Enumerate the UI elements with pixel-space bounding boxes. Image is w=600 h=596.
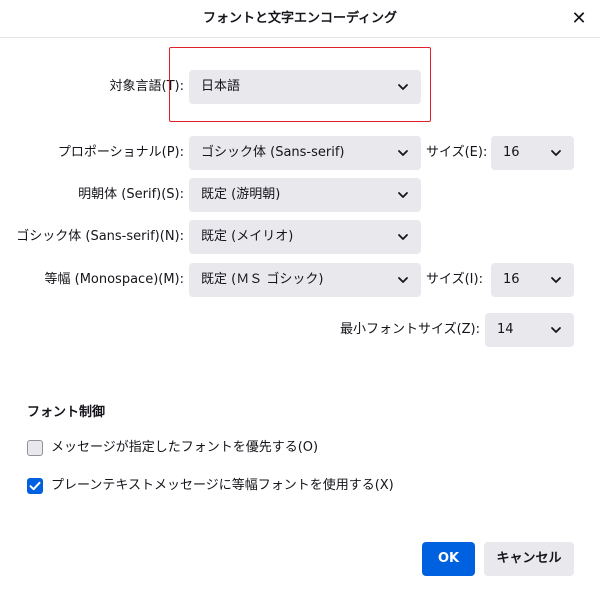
chevron-down-icon [398, 234, 408, 240]
monospace-size-label: サイズ(I): [426, 272, 483, 287]
monospace-size-value: 16 [503, 272, 520, 287]
allow-page-fonts-checkbox[interactable] [27, 440, 43, 456]
plain-text-monospace-label[interactable]: プレーンテキストメッセージに等幅フォントを使用する(X) [51, 476, 394, 496]
proportional-size-value: 16 [503, 145, 520, 160]
font-control-heading: フォント制御 [27, 405, 106, 420]
monospace-label: 等幅 (Monospace)(M): [44, 272, 184, 287]
serif-label: 明朝体 (Serif)(S): [78, 187, 184, 202]
chevron-down-icon [398, 192, 408, 198]
proportional-size-select[interactable]: 16 [491, 136, 574, 170]
ok-button[interactable]: OK [422, 542, 475, 576]
min-font-size-label: 最小フォントサイズ(Z): [339, 322, 480, 337]
proportional-label: プロポーショナル(P): [57, 145, 184, 160]
monospace-select[interactable]: 既定 (ＭＳ ゴシック) [189, 263, 421, 297]
sans-serif-label: ゴシック体 (Sans-serif)(N): [16, 229, 184, 244]
plain-text-monospace-checkbox[interactable] [27, 478, 43, 494]
highlight-box [169, 47, 431, 122]
chevron-down-icon [398, 277, 408, 283]
language-label: 対象言語(T): [109, 79, 184, 94]
serif-select[interactable]: 既定 (游明朝) [189, 178, 421, 212]
monospace-size-select[interactable]: 16 [491, 263, 574, 297]
monospace-select-value: 既定 (ＭＳ ゴシック) [201, 272, 324, 287]
chevron-down-icon [551, 277, 561, 283]
chevron-down-icon [398, 150, 408, 156]
min-font-size-value: 14 [497, 322, 514, 337]
chevron-down-icon [551, 150, 561, 156]
chevron-down-icon [551, 327, 561, 333]
allow-page-fonts-label[interactable]: メッセージが指定したフォントを優先する(O) [51, 438, 318, 458]
proportional-size-label: サイズ(E): [426, 145, 488, 160]
proportional-select[interactable]: ゴシック体 (Sans-serif) [189, 136, 421, 170]
cancel-button[interactable]: キャンセル [484, 542, 574, 576]
sans-serif-select[interactable]: 既定 (メイリオ) [189, 220, 421, 254]
close-icon[interactable]: ✕ [566, 6, 592, 32]
dialog-title: フォントと文字エンコーディング [202, 11, 398, 26]
proportional-select-value: ゴシック体 (Sans-serif) [201, 145, 345, 160]
sans-serif-select-value: 既定 (メイリオ) [201, 229, 294, 244]
min-font-size-select[interactable]: 14 [485, 313, 574, 347]
checkmark-icon [29, 481, 41, 491]
serif-select-value: 既定 (游明朝) [201, 187, 281, 202]
